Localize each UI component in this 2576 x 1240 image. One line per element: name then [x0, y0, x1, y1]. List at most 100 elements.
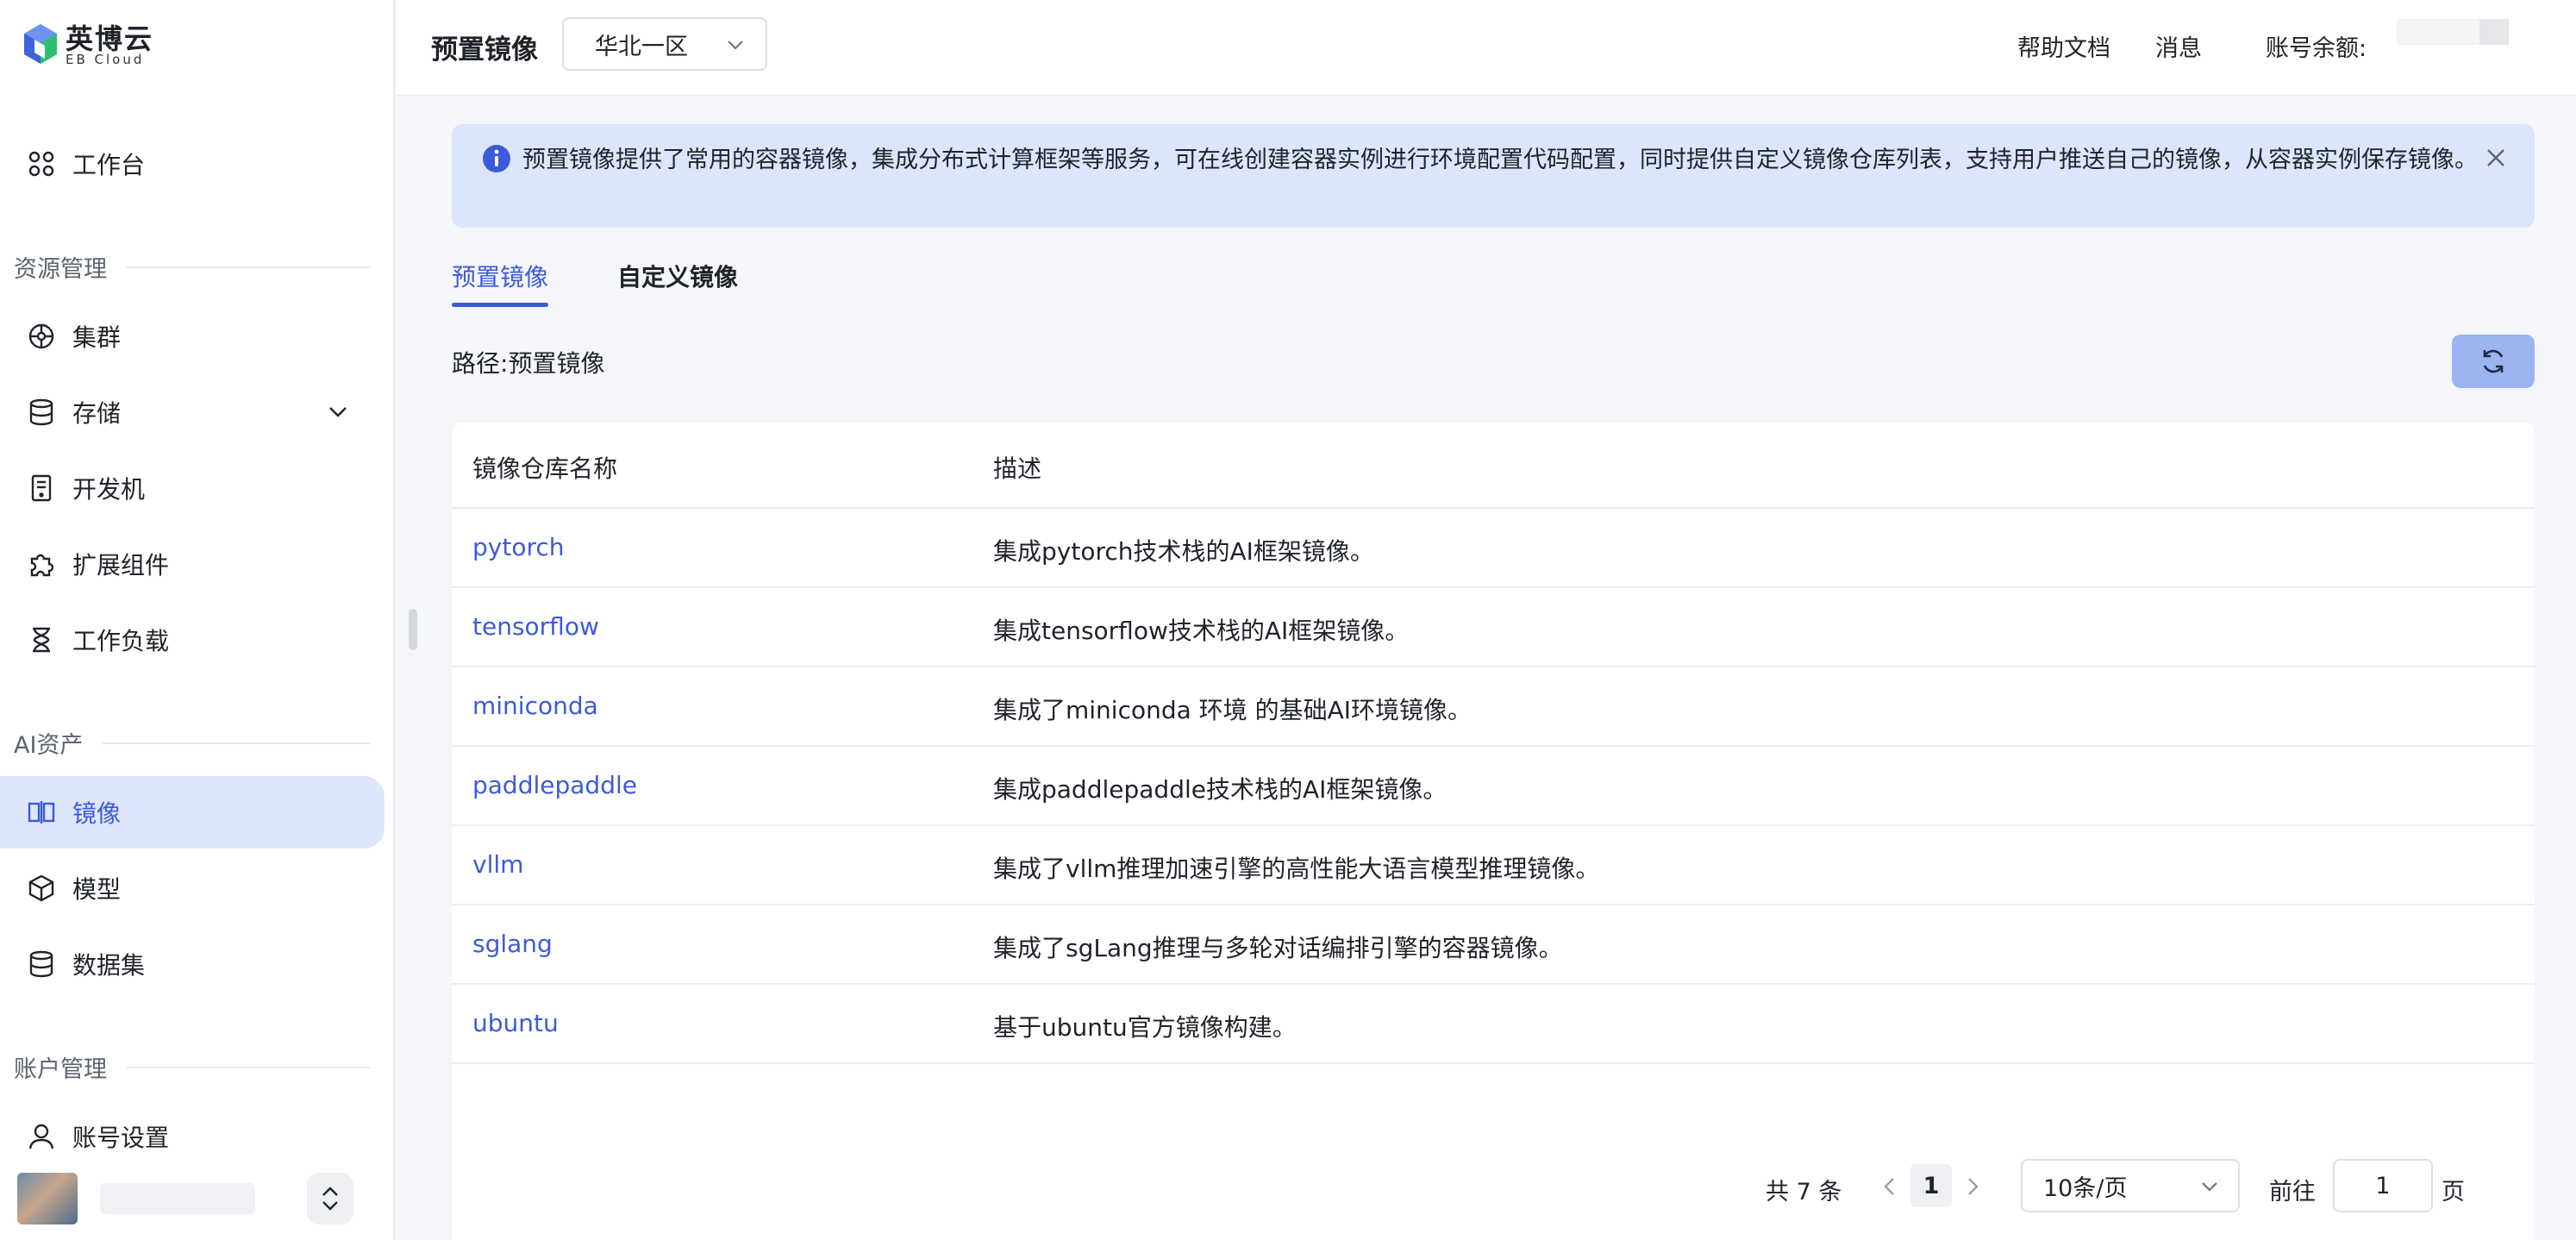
- chevron-up-down-icon: [322, 1187, 338, 1211]
- close-icon[interactable]: [2483, 145, 2509, 171]
- sidebar-item-label: 数据集: [72, 951, 146, 980]
- repo-name-link[interactable]: paddlepaddle: [472, 771, 637, 799]
- hourglass-icon: [26, 624, 57, 655]
- help-docs-link[interactable]: 帮助文档: [2017, 29, 2110, 63]
- chevron-down-icon: [2202, 1182, 2217, 1192]
- breadcrumb-label: 路径:: [452, 349, 509, 378]
- breadcrumb-value: 预置镜像: [508, 349, 605, 378]
- pagination-page-current[interactable]: 1: [1910, 1164, 1952, 1207]
- repo-name-link[interactable]: pytorch: [472, 533, 565, 561]
- sidebar-item-label: 账号设置: [72, 1124, 170, 1152]
- table-row: vllm 集成了vllm推理加速引擎的高性能大语言模型推理镜像。: [452, 826, 2535, 905]
- image-icon: [26, 797, 57, 828]
- region-select[interactable]: 华北一区: [562, 17, 767, 71]
- tab-custom-images[interactable]: 自定义镜像: [617, 259, 738, 307]
- sidebar-item-dataset[interactable]: 数据集: [0, 928, 385, 1000]
- brand-logo[interactable]: 英博云 EB Cloud: [22, 19, 153, 71]
- sidebar-resize-handle[interactable]: [409, 609, 417, 650]
- eb-cloud-logo-icon: [24, 24, 57, 64]
- page-title: 预置镜像: [431, 34, 538, 66]
- page-size-value: 10条/页: [2043, 1174, 2128, 1202]
- pagination-goto-label: 前往: [2269, 1179, 2316, 1206]
- column-header-name: 镜像仓库名称: [472, 454, 618, 483]
- user-profile[interactable]: [17, 1173, 379, 1224]
- brand-name-en: EB Cloud: [66, 52, 145, 67]
- group-title-ai-assets: AI资产: [14, 726, 371, 760]
- table-row: tensorflow 集成tensorflow技术栈的AI框架镜像。: [452, 588, 2535, 667]
- sidebar-item-label: 扩展组件: [72, 551, 170, 579]
- account-switch-button[interactable]: [307, 1173, 353, 1224]
- sidebar-item-model[interactable]: 模型: [0, 852, 385, 924]
- sidebar-item-extensions[interactable]: 扩展组件: [0, 528, 385, 600]
- sidebar-item-label: 工作台: [72, 151, 146, 179]
- refresh-button[interactable]: [2452, 335, 2535, 388]
- pagination-total: 共 7 条: [1766, 1179, 1842, 1206]
- sidebar-item-devbox[interactable]: 开发机: [0, 452, 385, 524]
- sidebar-item-workload[interactable]: 工作负载: [0, 604, 385, 676]
- chevron-down-icon[interactable]: [326, 400, 350, 424]
- sidebar-item-storage[interactable]: 存储: [0, 376, 385, 448]
- breadcrumb: 路径:预置镜像: [452, 345, 604, 379]
- chevron-down-icon: [728, 41, 743, 50]
- repo-description: 基于ubuntu官方镜像构建。: [993, 1013, 1297, 1042]
- pagination-goto-input[interactable]: [2333, 1159, 2433, 1212]
- group-title-account: 账户管理: [14, 1050, 371, 1084]
- sidebar: 英博云 EB Cloud 工作台 资源管理 集群 存储 开发机 扩展组件 工作负…: [0, 0, 395, 1240]
- sidebar-item-label: 工作负载: [72, 627, 170, 655]
- sidebar-item-label: 镜像: [72, 799, 122, 828]
- info-icon: [483, 145, 510, 172]
- table-row: paddlepaddle 集成paddlepaddle技术栈的AI框架镜像。: [452, 747, 2535, 826]
- repo-description: 集成pytorch技术栈的AI框架镜像。: [993, 537, 1374, 566]
- chevron-left-icon: [1884, 1178, 1894, 1195]
- sidebar-item-label: 存储: [72, 399, 122, 428]
- repo-name-link[interactable]: tensorflow: [472, 612, 599, 641]
- table-row: miniconda 集成了miniconda 环境 的基础AI环境镜像。: [452, 667, 2535, 747]
- sidebar-item-label: 开发机: [72, 475, 146, 504]
- sidebar-item-label: 模型: [72, 875, 122, 904]
- repo-name-link[interactable]: miniconda: [472, 692, 598, 720]
- dataset-icon: [26, 949, 57, 980]
- avatar[interactable]: [17, 1173, 78, 1224]
- table-header: 镜像仓库名称 描述: [452, 423, 2535, 509]
- sidebar-item-account-settings[interactable]: 账号设置: [0, 1100, 385, 1173]
- table-row: pytorch 集成pytorch技术栈的AI框架镜像。: [452, 509, 2535, 588]
- table-row: sglang 集成了sgLang推理与多轮对话编排引擎的容器镜像。: [452, 905, 2535, 985]
- page-size-select[interactable]: 10条/页: [2021, 1159, 2240, 1212]
- refresh-icon: [2483, 349, 2504, 373]
- helm-icon: [26, 321, 57, 352]
- balance-value-redacted: [2397, 19, 2509, 45]
- pagination-page-suffix: 页: [2442, 1179, 2465, 1206]
- balance-label: 账号余额:: [2266, 35, 2367, 62]
- messages-link[interactable]: 消息: [2155, 29, 2202, 63]
- sidebar-item-cluster[interactable]: 集群: [0, 300, 385, 373]
- repo-description: 集成paddlepaddle技术栈的AI框架镜像。: [993, 775, 1447, 804]
- chevron-right-icon: [1968, 1178, 1979, 1195]
- repo-description: 集成tensorflow技术栈的AI框架镜像。: [993, 617, 1410, 645]
- username-redacted: [100, 1183, 255, 1214]
- repo-description: 集成了vllm推理加速引擎的高性能大语言模型推理镜像。: [993, 855, 1600, 883]
- sidebar-item-label: 集群: [72, 323, 122, 352]
- repo-name-link[interactable]: ubuntu: [472, 1009, 559, 1037]
- sidebar-item-workbench[interactable]: 工作台: [0, 128, 385, 200]
- tab-preset-images[interactable]: 预置镜像: [452, 259, 549, 307]
- info-alert: 预置镜像提供了常用的容器镜像，集成分布式计算框架等服务，可在线创建容器实例进行环…: [452, 124, 2535, 228]
- brand-name-cn: 英博云: [66, 22, 154, 55]
- group-title-resource: 资源管理: [14, 250, 371, 284]
- top-header: 预置镜像 华北一区 帮助文档 消息 账号余额:: [397, 0, 2576, 97]
- repo-description: 集成了miniconda 环境 的基础AI环境镜像。: [993, 696, 1472, 724]
- repo-name-link[interactable]: sglang: [472, 930, 553, 958]
- sidebar-item-image[interactable]: 镜像: [0, 776, 385, 849]
- alert-message: 预置镜像提供了常用的容器镜像，集成分布式计算框架等服务，可在线创建容器实例进行环…: [522, 147, 2478, 173]
- pagination-next-button[interactable]: [1959, 1173, 1986, 1200]
- repo-description: 集成了sgLang推理与多轮对话编排引擎的容器镜像。: [993, 934, 1563, 962]
- region-select-value: 华北一区: [595, 33, 688, 60]
- puzzle-icon: [26, 548, 57, 579]
- user-icon: [26, 1121, 57, 1152]
- database-icon: [26, 397, 57, 428]
- pagination-prev-button[interactable]: [1876, 1173, 1904, 1200]
- repo-name-link[interactable]: vllm: [472, 850, 523, 879]
- table-row: ubuntu 基于ubuntu官方镜像构建。: [452, 985, 2535, 1064]
- devbox-icon: [26, 473, 57, 504]
- grid-icon: [26, 148, 57, 179]
- column-header-desc: 描述: [993, 454, 1042, 483]
